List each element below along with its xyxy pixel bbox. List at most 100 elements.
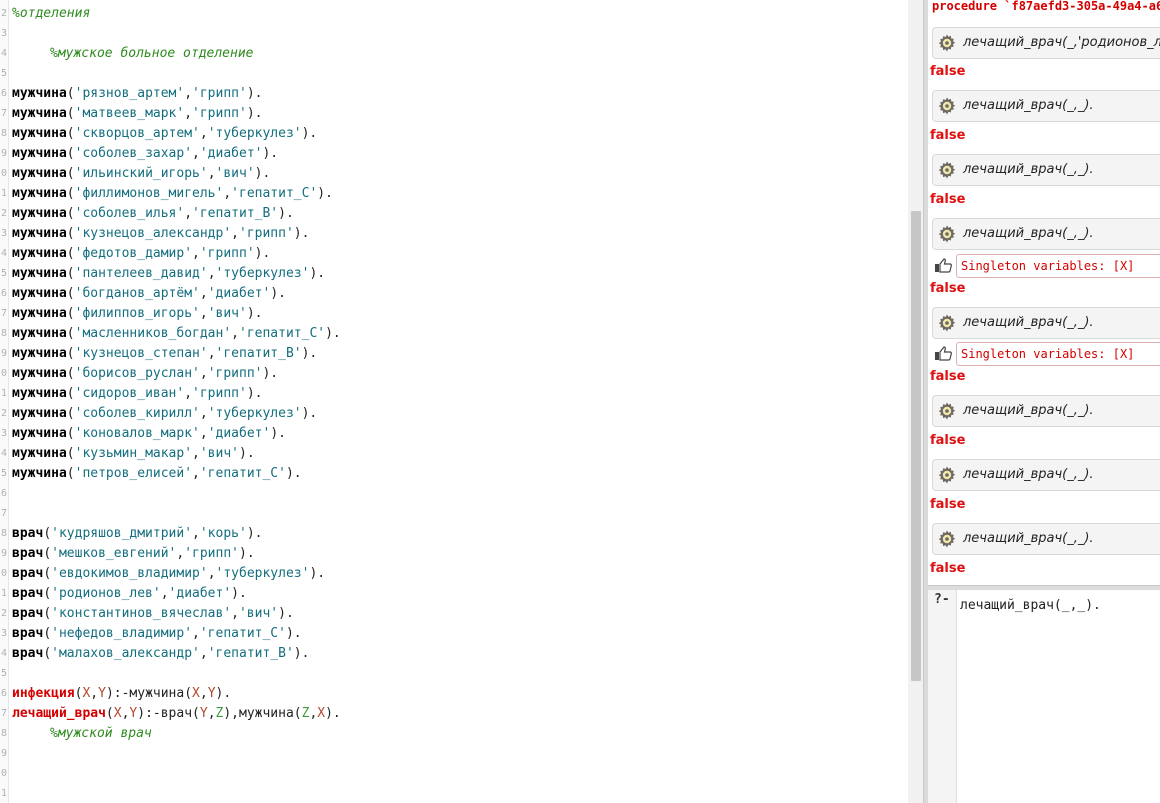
line-number: 9: [0, 548, 7, 559]
fact-predicate: мужчина: [12, 226, 67, 241]
pointing-hand-icon[interactable]: [934, 346, 952, 362]
scrollbar-thumb[interactable]: [911, 211, 921, 681]
line-number: 6: [0, 88, 7, 99]
editor-scrollbar[interactable]: [908, 0, 923, 803]
gear-icon[interactable]: [937, 529, 957, 549]
comment-male-doctor: %мужской врач: [50, 726, 152, 741]
singleton-warning-row: Singleton variables: [X]: [932, 254, 1160, 280]
query-result-box[interactable]: лечащий_врач(_,_).: [932, 154, 1160, 186]
patient-fact-line: мужчина('соболев_захар','диабет').: [12, 146, 279, 161]
fact-disease: 'гепатит_С': [199, 466, 286, 481]
fact-predicate: мужчина: [12, 166, 67, 181]
query-result-box[interactable]: лечащий_врач(_,'родионов_лев'): [932, 27, 1160, 59]
rule-head-treating-doctor: лечащий_врач: [12, 706, 106, 721]
query-text: лечащий_врач(_,_).: [963, 467, 1094, 482]
fact-disease: 'вич': [199, 446, 239, 461]
query-result-box[interactable]: лечащий_врач(_,_).: [932, 395, 1160, 427]
fact-disease: 'туберкулез': [207, 126, 302, 141]
fact-name: 'малахов_александр': [51, 646, 200, 661]
patient-fact-line: мужчина('скворцов_артем','туберкулез').: [12, 126, 318, 141]
gear-icon[interactable]: [937, 465, 957, 485]
line-number: 6: [0, 688, 7, 699]
patient-fact-line: мужчина('сидоров_иван','грипп').: [12, 386, 263, 401]
code-editor[interactable]: 2 3 4 5 6 7 8 9 0 1 2 3 4 5 6 7 8 9 0 1 2 3 4 5 6 7 8 9 0 1 2 3 4 5 6 7 8 9 0 1…: [0, 0, 908, 803]
fact-predicate: врач: [12, 646, 44, 661]
fact-name: 'рязнов_артем': [74, 86, 185, 101]
rule-treating-doctor: лечащий_врач(X,Y):-врач(Y,Z),мужчина(Z,X…: [12, 706, 341, 721]
line-number: 0: [0, 768, 7, 779]
code-area[interactable]: %отделения %мужское больное отделение му…: [12, 4, 908, 744]
var: Y: [207, 686, 216, 701]
patient-fact-line: мужчина('пантелеев_давид','туберкулез').: [12, 266, 326, 281]
doctor-facts: врач('кудряшов_дмитрий','корь'). врач('ме…: [12, 524, 908, 664]
fact-disease: 'грипп': [184, 546, 239, 561]
query-result-box[interactable]: лечащий_врач(_,_).: [932, 523, 1160, 555]
patient-fact-line: мужчина('масленников_богдан','гепатит_С'…: [12, 326, 341, 341]
false-result: false: [930, 433, 966, 448]
query-text: лечащий_врач(_,'родионов_лев'): [963, 35, 1160, 50]
fact-predicate: мужчина: [12, 406, 67, 421]
query-result-box[interactable]: лечащий_врач(_,_).: [932, 90, 1160, 122]
gear-icon[interactable]: [937, 313, 957, 333]
gear-icon[interactable]: [937, 33, 957, 53]
fact-name: 'кузьмин_макар': [74, 446, 193, 461]
fact-name: 'скворцов_артем': [74, 126, 200, 141]
patient-fact-line: мужчина('соболев_илья','гепатит_В').: [12, 206, 294, 221]
fact-predicate: мужчина: [12, 466, 67, 481]
fact-predicate: врач: [12, 566, 44, 581]
fact-predicate: мужчина: [12, 186, 67, 201]
patient-fact-line: мужчина('богданов_артём','диабет').: [12, 286, 286, 301]
query-result-box[interactable]: лечащий_врач(_,_).: [932, 459, 1160, 491]
fact-name: 'кудряшов_дмитрий': [51, 526, 193, 541]
patient-fact-line: мужчина('ильинский_игорь','вич').: [12, 166, 271, 181]
patient-fact-line: мужчина('борисов_руслан','грипп').: [12, 366, 279, 381]
fact-name: 'соболев_кирилл': [74, 406, 200, 421]
gear-icon[interactable]: [937, 160, 957, 180]
patient-fact-line: мужчина('матвеев_марк','грипп').: [12, 106, 263, 121]
false-result: false: [930, 128, 966, 143]
query-input-pane[interactable]: ?- лечащий_врач(_,_).: [928, 590, 1160, 803]
line-number: 1: [0, 588, 7, 599]
comment-male-ward: %мужское больное отделение: [50, 46, 254, 61]
fact-predicate: мужчина: [12, 106, 67, 121]
fact-name: 'петров_елисей': [74, 466, 193, 481]
query-result-box[interactable]: лечащий_врач(_,_).: [932, 307, 1160, 339]
query-input-field[interactable]: лечащий_врач(_,_).: [960, 598, 1101, 613]
gear-icon[interactable]: [937, 401, 957, 421]
doctor-fact-line: врач('кудряшов_дмитрий','корь').: [12, 526, 263, 541]
line-number-gutter: 2 3 4 5 6 7 8 9 0 1 2 3 4 5 6 7 8 9 0 1 2 3 4 5 6 7 8 9 0 1 2 3 4 5 6 7 8 9 0 1: [0, 0, 9, 803]
line-number: 7: [0, 308, 7, 319]
pointing-hand-icon[interactable]: [934, 258, 952, 274]
false-result: false: [930, 369, 966, 384]
prompt-column: ?-: [928, 590, 957, 803]
fact-name: 'нефедов_владимир': [51, 626, 193, 641]
line-number: 2: [0, 608, 7, 619]
line-number: 7: [0, 108, 7, 119]
query-result-box[interactable]: лечащий_врач(_,_).: [932, 218, 1160, 250]
line-number: 7: [0, 708, 7, 719]
fact-predicate: мужчина: [12, 386, 67, 401]
doctor-fact-line: врач('родионов_лев','диабет').: [12, 586, 247, 601]
fact-name: 'соболев_илья': [74, 206, 185, 221]
false-result: false: [930, 497, 966, 512]
fact-name: 'филиппов_игорь': [74, 306, 200, 321]
line-number: 0: [0, 368, 7, 379]
gear-icon[interactable]: [937, 96, 957, 116]
fact-disease: 'грипп': [239, 226, 294, 241]
fact-predicate: врач: [12, 626, 44, 641]
line-number: 5: [0, 668, 7, 679]
line-number: 3: [0, 228, 7, 239]
line-number: 3: [0, 28, 7, 39]
body-predicate: мужчина: [239, 706, 294, 721]
fact-name: 'сидоров_иван': [74, 386, 185, 401]
line-number: 1: [0, 188, 7, 199]
gear-icon[interactable]: [937, 224, 957, 244]
fact-predicate: мужчина: [12, 146, 67, 161]
doctor-fact-line: врач('константинов_вячеслав','вич').: [12, 606, 294, 621]
fact-name: 'коновалов_марк': [74, 426, 200, 441]
fact-disease: 'гепатит_В': [192, 206, 279, 221]
fact-predicate: мужчина: [12, 446, 67, 461]
